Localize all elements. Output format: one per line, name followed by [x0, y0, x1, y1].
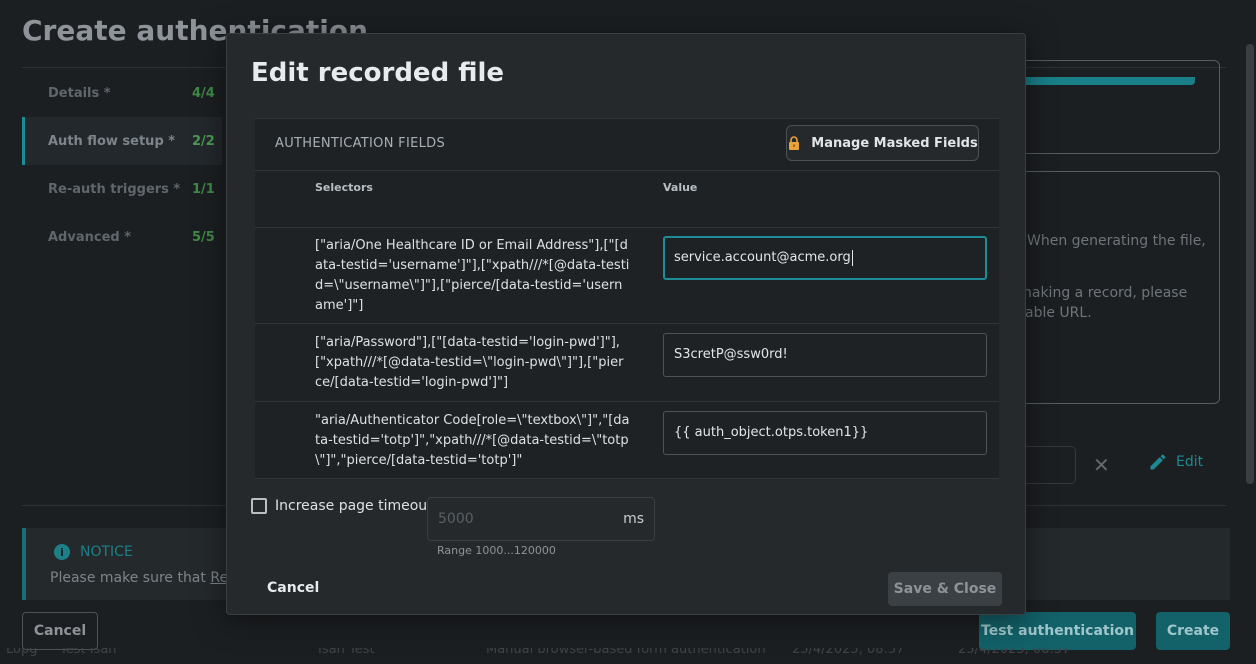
edit-label: Edit: [1176, 454, 1204, 470]
table-row: ["aria/One Healthcare ID or Email Addres…: [255, 228, 999, 324]
test-authentication-button[interactable]: Test authentication: [979, 612, 1136, 650]
cancel-button[interactable]: Cancel: [22, 612, 98, 650]
card-text: able URL.: [1025, 305, 1092, 321]
step-auth-flow-setup[interactable]: Auth flow setup * 2/2: [22, 117, 222, 165]
close-icon[interactable]: ✕: [1093, 453, 1110, 477]
step-advanced[interactable]: Advanced * 5/5: [22, 213, 222, 261]
step-details[interactable]: Details * 4/4: [22, 69, 222, 117]
value-text: service.account@acme.org: [674, 250, 851, 265]
manage-masked-label: Manage Masked Fields: [811, 135, 978, 151]
timeout-range-hint: Range 1000...120000: [437, 544, 556, 557]
table-cell: Lopg: [6, 648, 38, 657]
progress-bar: [1000, 77, 1195, 85]
timeout-label: Increase page timeout: [275, 498, 433, 514]
column-header-value: Value: [663, 181, 698, 194]
value-text: S3cretP@ssw0rd!: [674, 347, 788, 362]
value-input-username[interactable]: service.account@acme.org: [663, 236, 987, 280]
table-cell: Test Isah: [60, 648, 117, 657]
text-caret: [851, 249, 853, 266]
card-text: naking a record, please: [1023, 285, 1188, 301]
edit-recorded-file-dialog: Edit recorded file AUTHENTICATION FIELDS…: [226, 33, 1026, 615]
table-cell: 25/4/2025, 08:57: [958, 648, 1071, 657]
step-count: 1/1: [192, 181, 215, 197]
table-cell: Isah Test: [318, 648, 375, 657]
step-count: 5/5: [192, 229, 215, 245]
table-cell: 25/4/2025, 08:57: [792, 648, 905, 657]
edit-button[interactable]: Edit: [1148, 452, 1203, 472]
step-re-auth-triggers[interactable]: Re-auth triggers * 1/1: [22, 165, 222, 213]
authentication-fields-panel: AUTHENTICATION FIELDS Manage Masked Fiel…: [255, 118, 999, 479]
timeout-option[interactable]: Increase page timeout: [251, 498, 433, 514]
dialog-cancel-button[interactable]: Cancel: [253, 576, 333, 600]
table-row: Lopg Test Isah Isah Test Manual browser-…: [0, 648, 1256, 664]
save-close-button[interactable]: Save & Close: [888, 572, 1002, 606]
info-icon: i: [54, 544, 70, 560]
value-text: {{ auth_object.otps.token1}}: [674, 425, 869, 440]
step-label: Auth flow setup *: [48, 133, 176, 149]
table-row: "aria/Authenticator Code[role=\"textbox\…: [255, 403, 999, 479]
value-input-totp[interactable]: {{ auth_object.otps.token1}}: [663, 411, 987, 455]
step-label: Re-auth triggers *: [48, 181, 181, 197]
info-card-top: [1000, 60, 1220, 154]
selector-text: ["aria/One Healthcare ID or Email Addres…: [315, 238, 630, 313]
notice-text: Please make sure that Re-a: [50, 570, 242, 586]
table-row: ["aria/Password"],["[data-testid='login-…: [255, 325, 999, 402]
value-input-password[interactable]: S3cretP@ssw0rd!: [663, 333, 987, 377]
section-title: AUTHENTICATION FIELDS: [275, 136, 445, 151]
timeout-unit: ms: [623, 511, 644, 527]
panel-header: AUTHENTICATION FIELDS Manage Masked Fiel…: [255, 119, 999, 171]
notice-text-body: Please make sure that: [50, 570, 206, 586]
dialog-title: Edit recorded file: [251, 58, 505, 88]
step-count: 2/2: [192, 133, 215, 149]
increase-timeout-checkbox[interactable]: [251, 498, 267, 514]
manage-masked-fields-button[interactable]: Manage Masked Fields: [786, 125, 979, 161]
step-count: 4/4: [192, 85, 215, 101]
table-cell: Manual browser-based form authentication: [486, 648, 766, 657]
notice-title: NOTICE: [80, 544, 133, 560]
step-label: Details *: [48, 85, 111, 101]
pencil-icon: [1150, 454, 1166, 470]
create-button[interactable]: Create: [1156, 612, 1230, 650]
lock-icon: [789, 136, 800, 150]
vertical-scrollbar[interactable]: [1246, 44, 1254, 484]
timeout-input[interactable]: 5000 ms: [427, 497, 655, 541]
step-label: Advanced *: [48, 229, 132, 245]
selector-text: "aria/Authenticator Code[role=\"textbox\…: [315, 413, 630, 468]
column-header-selectors: Selectors: [315, 181, 373, 194]
timeout-placeholder: 5000: [438, 511, 474, 527]
selector-text: ["aria/Password"],["[data-testid='login-…: [315, 335, 624, 390]
notice-heading: i NOTICE: [54, 544, 133, 560]
card-text: When generating the file,: [1027, 233, 1206, 249]
